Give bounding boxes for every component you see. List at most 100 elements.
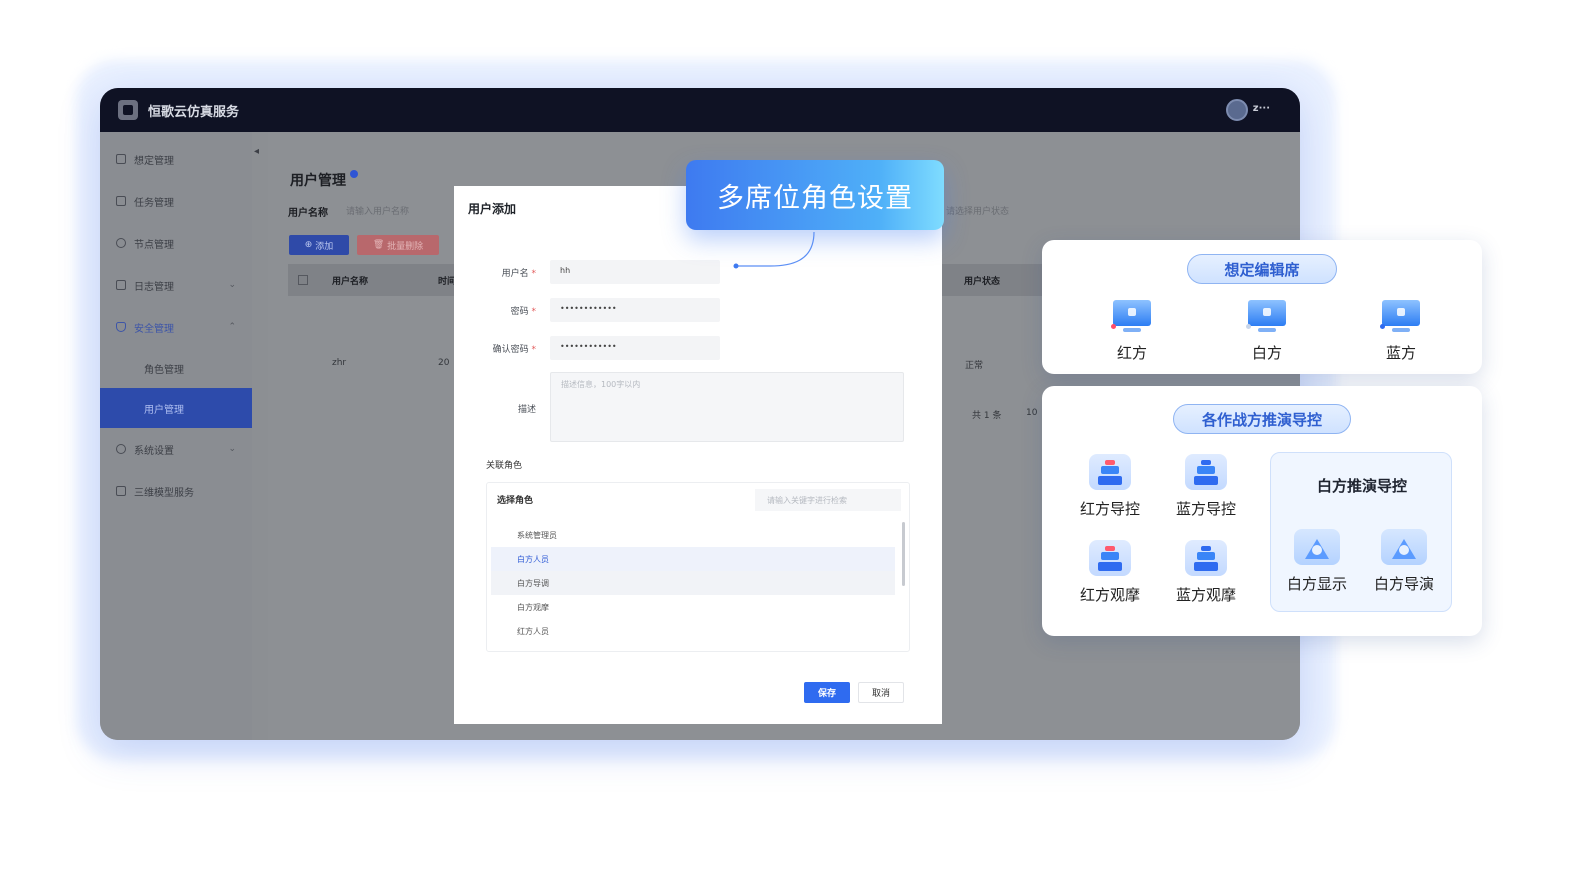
list-item[interactable]: 白方观摩 [491, 595, 895, 619]
sidebar: 想定管理 任务管理 节点管理 日志管理 ⌄ 安全管理 ⌃ 角色管理 用户管理 系统设… [100, 132, 252, 740]
cell-status: 正常 [965, 361, 984, 371]
sidebar-item-label: 任务管理 [134, 197, 174, 209]
role-list: 系统管理员 白方人员 白方导调 白方观摩 红方人员 红方导调 [491, 523, 895, 652]
add-user-button[interactable]: ⊕ 添加 [289, 235, 349, 255]
sidebar-item-settings[interactable]: 系统设置 ⌄ [100, 428, 252, 470]
panel-title: 想定编辑席 [1187, 254, 1337, 284]
pagination-total: 共 1 条 [972, 411, 1002, 421]
chevron-down-icon: ⌄ [228, 444, 236, 454]
collapse-sidebar-icon[interactable]: ◂ [254, 146, 259, 157]
sidebar-item-task[interactable]: 任务管理 [100, 180, 252, 222]
help-icon[interactable] [350, 170, 358, 178]
connector-line [736, 231, 815, 267]
role-selector: 选择角色 请输入关键字进行检索 系统管理员 白方人员 白方导调 白方观摩 红方人… [486, 482, 910, 652]
batch-delete-button[interactable]: 🗑 批量删除 [357, 235, 439, 255]
role-label: 白方显示 [1286, 575, 1347, 593]
dialog-title: 用户添加 [468, 202, 517, 216]
avatar[interactable] [1226, 99, 1248, 121]
role-label: 蓝方 [1385, 344, 1416, 362]
document-icon [116, 196, 126, 206]
cell-time: 20 [438, 358, 450, 368]
confirm-password-field[interactable]: •••••••••••• [550, 336, 720, 360]
monitor-icon [1380, 300, 1420, 336]
list-item[interactable]: 系统管理员 [491, 523, 895, 547]
panel-title: 各作战方推演导控 [1173, 404, 1351, 434]
monitor-icon [1246, 300, 1286, 336]
sidebar-item-label: 日志管理 [134, 281, 174, 293]
cancel-button[interactable]: 取消 [858, 682, 904, 703]
role-white: 白方 [1227, 300, 1307, 363]
role-white-director: 白方导演 [1364, 529, 1444, 594]
scenario-edit-panel: 想定编辑席 红方 白方 蓝方 [1042, 240, 1482, 374]
gear-icon [116, 444, 126, 454]
list-item[interactable]: 红方导调 [491, 643, 895, 652]
select-all-checkbox[interactable] [298, 275, 308, 285]
role-search-input[interactable]: 请输入关键字进行检索 [755, 489, 901, 511]
sidebar-item-label: 想定管理 [134, 155, 174, 167]
username-label: 用户名 * [501, 269, 536, 279]
role-label: 白方导演 [1373, 575, 1434, 593]
role-selector-header: 选择角色 [497, 496, 534, 506]
sidebar-item-label: 系统设置 [134, 445, 174, 457]
role-label: 蓝方观摩 [1175, 586, 1236, 604]
sidebar-item-log[interactable]: 日志管理 ⌄ [100, 264, 252, 306]
role-blue-observe: 蓝方观摩 [1166, 538, 1246, 605]
user-name[interactable]: z··· [1253, 103, 1270, 114]
server-stack-icon [1089, 452, 1131, 492]
password-label: 密码 * [510, 307, 536, 317]
feature-callout: 多席位角色设置 [686, 160, 944, 230]
status-filter-select[interactable]: 请选择用户状态 [946, 204, 1009, 217]
role-blue-control: 蓝方导控 [1166, 452, 1246, 519]
add-user-dialog: 用户添加 用户名 * hh 密码 * •••••••••••• 确认密码 * •… [454, 186, 942, 724]
cube-icon [116, 486, 126, 496]
role-label: 红方 [1116, 344, 1147, 362]
role-label: 红方观摩 [1079, 586, 1140, 604]
list-item[interactable]: 红方人员 [491, 619, 895, 643]
pyramid-icon [1294, 529, 1340, 567]
sidebar-item-node[interactable]: 节点管理 [100, 222, 252, 264]
top-bar: 恒歌云仿真服务 z··· [100, 88, 1300, 132]
pagination-size[interactable]: 10 [1026, 408, 1037, 418]
filter-label: 用户名称 [288, 208, 328, 219]
shield-icon [116, 322, 126, 332]
cell-username: zhr [332, 358, 347, 368]
sidebar-item-security[interactable]: 安全管理 ⌃ [100, 306, 252, 348]
connector-dot [733, 263, 739, 269]
sidebar-item-3d-model[interactable]: 三维模型服务 [100, 470, 252, 512]
pyramid-icon [1381, 529, 1427, 567]
operations-control-panel: 各作战方推演导控 红方导控 蓝方导控 红方观摩 蓝方观摩 白方推演导控 白方显示… [1042, 386, 1482, 636]
role-label: 红方导控 [1079, 500, 1140, 518]
sidebar-subitem-role[interactable]: 角色管理 [100, 348, 252, 388]
app-logo-icon [118, 100, 138, 120]
sidebar-item-label: 安全管理 [134, 323, 174, 335]
password-field[interactable]: •••••••••••• [550, 298, 720, 322]
list-item[interactable]: 白方人员 [491, 547, 895, 571]
list-item[interactable]: 白方导调 [491, 571, 895, 595]
username-filter-input[interactable]: 请输入用户名称 [346, 204, 409, 217]
role-section-label: 关联角色 [486, 461, 523, 471]
role-blue: 蓝方 [1361, 300, 1441, 363]
sidebar-item-label: 节点管理 [134, 239, 174, 251]
monitor-icon [116, 154, 126, 164]
role-label: 白方 [1251, 344, 1282, 362]
role-label: 蓝方导控 [1175, 500, 1236, 518]
stage: 恒歌云仿真服务 z··· 想定管理 任务管理 节点管理 日志管理 ⌄ 安全管理 ⌃ … [0, 0, 1592, 896]
save-button[interactable]: 保存 [804, 682, 850, 703]
page-title: 用户管理 [290, 170, 358, 190]
confirm-password-label: 确认密码 * [492, 345, 536, 355]
clock-icon [116, 238, 126, 248]
monitor-icon [1111, 300, 1151, 336]
chevron-down-icon: ⌄ [228, 280, 236, 290]
role-red-observe: 红方观摩 [1070, 538, 1150, 605]
app-title: 恒歌云仿真服务 [148, 104, 240, 120]
description-textarea[interactable]: 描述信息，100字以内 [550, 372, 904, 442]
description-label: 描述 [517, 405, 536, 415]
white-control-box: 白方推演导控 白方显示 白方导演 [1270, 452, 1452, 612]
role-white-display: 白方显示 [1277, 529, 1357, 594]
role-list-scrollbar[interactable] [902, 522, 905, 586]
server-stack-icon [1185, 538, 1227, 578]
sidebar-subitem-user[interactable]: 用户管理 [100, 388, 252, 428]
username-field[interactable]: hh [550, 260, 720, 284]
callout-connector [733, 231, 815, 269]
sidebar-item-scenario[interactable]: 想定管理 [100, 138, 252, 180]
